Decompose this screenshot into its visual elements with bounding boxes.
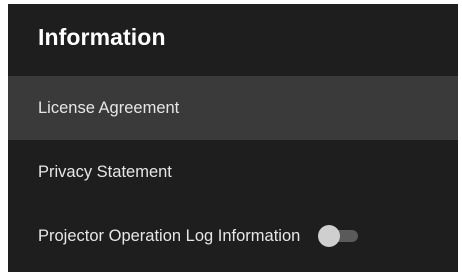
menu-item-label: License Agreement	[38, 98, 180, 117]
toggle-thumb	[318, 225, 341, 247]
header: Information	[8, 4, 458, 76]
information-panel: Information License Agreement Privacy St…	[8, 4, 458, 272]
page-title: Information	[38, 23, 166, 50]
menu-item-label: Projector Operation Log Information	[38, 226, 301, 245]
menu-item-label: Privacy Statement	[38, 162, 172, 181]
operation-log-toggle[interactable]	[316, 225, 360, 247]
menu-item-projector-operation-log[interactable]: Projector Operation Log Information	[8, 204, 458, 268]
menu-item-license-agreement[interactable]: License Agreement	[8, 76, 458, 140]
menu-item-privacy-statement[interactable]: Privacy Statement	[8, 140, 458, 204]
